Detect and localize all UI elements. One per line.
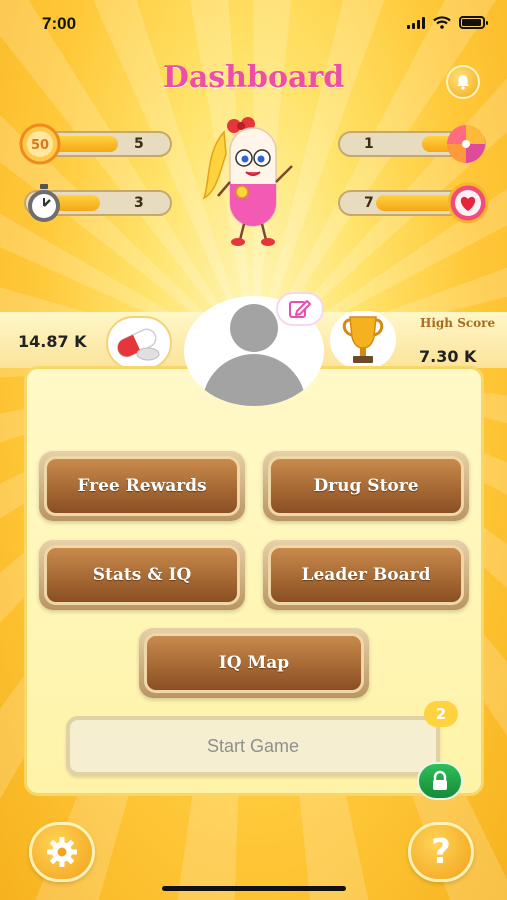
stats-iq-button-frame: Stats & IQ: [39, 540, 245, 610]
avatar-head-placeholder: [230, 304, 278, 352]
question-icon: ?: [431, 832, 451, 872]
home-indicator[interactable]: [162, 886, 346, 891]
help-button[interactable]: ?: [408, 822, 474, 882]
settings-button[interactable]: [29, 822, 95, 882]
trophy-icon: [342, 316, 384, 363]
unlock-button[interactable]: [417, 762, 463, 800]
edit-profile-button[interactable]: [276, 292, 324, 326]
stats-iq-button[interactable]: Stats & IQ: [44, 545, 240, 605]
timer-stat-value: 3: [134, 195, 144, 211]
coins-value: 14.87 K: [18, 332, 87, 351]
page-title: Dashboard: [162, 60, 345, 95]
level-icon-text: 50: [31, 138, 49, 153]
high-score-value: 7.30 K: [419, 347, 477, 366]
status-bar: 7:00: [0, 0, 507, 50]
notifications-button[interactable]: [446, 65, 480, 99]
stopwatch-icon: [22, 181, 66, 225]
edit-icon: [289, 300, 311, 318]
free-rewards-button[interactable]: Free Rewards: [44, 456, 240, 516]
level-50-icon: 50: [18, 122, 62, 166]
start-game-count-badge: 2: [424, 701, 458, 727]
iq-map-button-frame: IQ Map: [139, 628, 369, 698]
lock-icon: [433, 770, 447, 790]
gear-icon: [47, 837, 77, 867]
cellular-signal-icon: [407, 16, 425, 29]
drug-store-button[interactable]: Drug Store: [268, 456, 464, 516]
leader-board-button-frame: Leader Board: [263, 540, 469, 610]
pill-mascot-illustration: [202, 117, 293, 246]
avatar-body-placeholder: [202, 354, 306, 406]
trophy-badge: [330, 311, 396, 369]
status-time: 7:00: [42, 14, 77, 33]
heart-icon: [446, 181, 490, 225]
level-stat-value: 5: [134, 136, 144, 152]
free-rewards-button-frame: Free Rewards: [39, 451, 245, 521]
spin-stat-value: 1: [364, 136, 374, 152]
high-score-label: High Score: [420, 316, 496, 330]
status-icons: [407, 16, 488, 29]
leader-board-button[interactable]: Leader Board: [268, 545, 464, 605]
start-game-button[interactable]: Start Game: [66, 716, 440, 776]
lives-stat-value: 7: [364, 195, 374, 211]
drug-store-button-frame: Drug Store: [263, 451, 469, 521]
wifi-icon: [433, 16, 451, 29]
pill-currency-badge: [106, 316, 172, 370]
bell-icon: [457, 75, 469, 90]
battery-icon: [459, 16, 488, 29]
spin-wheel-icon: [444, 122, 488, 166]
pill-icon: [117, 328, 160, 361]
iq-map-button[interactable]: IQ Map: [144, 633, 364, 693]
